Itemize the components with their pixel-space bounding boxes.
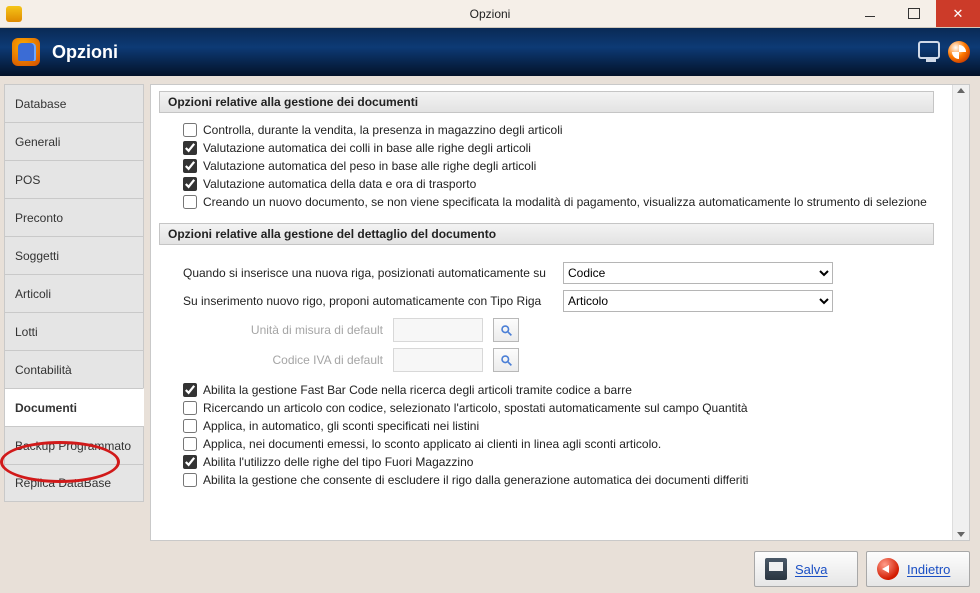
tab-label: Lotti (15, 325, 38, 339)
app-icon (12, 38, 40, 66)
row-label: Quando si inserisce una nuova riga, posi… (183, 266, 553, 280)
checkbox[interactable] (183, 383, 197, 397)
checkbox[interactable] (183, 473, 197, 487)
row-um-default: Unità di misura di default (159, 315, 934, 345)
tab-label: Preconto (15, 211, 63, 225)
tab-contabilita[interactable]: Contabilità (4, 350, 144, 388)
tab-label: Backup Programmato (15, 439, 131, 453)
row-tipo-riga: Su inserimento nuovo rigo, proponi autom… (159, 287, 934, 315)
row-posiziona-su: Quando si inserisce una nuova riga, posi… (159, 259, 934, 287)
select-tipo-riga[interactable]: Articolo (563, 290, 833, 312)
close-button[interactable]: ✕ (936, 0, 980, 27)
tab-label: POS (15, 173, 40, 187)
check-label: Valutazione automatica della data e ora … (203, 176, 476, 192)
tab-soggetti[interactable]: Soggetti (4, 236, 144, 274)
check-label: Creando un nuovo documento, se non viene… (203, 194, 927, 210)
check-fast-barcode: Abilita la gestione Fast Bar Code nella … (159, 381, 934, 399)
app-title: Opzioni (52, 42, 118, 63)
checkbox[interactable] (183, 455, 197, 469)
sidebar-tabs: Database Generali POS Preconto Soggetti … (4, 84, 144, 541)
tab-label: Database (15, 97, 66, 111)
check-sconti-listini: Applica, in automatico, gli sconti speci… (159, 417, 934, 435)
check-sconti-clienti: Applica, nei documenti emessi, lo sconto… (159, 435, 934, 453)
window-controls: ✕ (848, 0, 980, 27)
app-header: Opzioni (0, 28, 980, 76)
check-fuori-magazzino: Abilita l'utilizzo delle righe del tipo … (159, 453, 934, 471)
tab-label: Replica DataBase (15, 476, 111, 490)
um-input[interactable] (393, 318, 483, 342)
scroll-up-icon (957, 88, 965, 93)
iva-lookup-button[interactable] (493, 348, 519, 372)
maximize-button[interactable] (892, 0, 936, 27)
checkbox[interactable] (183, 419, 197, 433)
checkbox[interactable] (183, 141, 197, 155)
checkbox[interactable] (183, 437, 197, 451)
app-small-icon (6, 6, 22, 22)
search-icon (500, 354, 513, 367)
back-button[interactable]: Indietro (866, 551, 970, 587)
check-label: Valutazione automatica dei colli in base… (203, 140, 531, 156)
footer: Salva Indietro (0, 545, 980, 593)
scroll-down-icon (957, 532, 965, 537)
tab-preconto[interactable]: Preconto (4, 198, 144, 236)
back-label: Indietro (907, 562, 950, 577)
check-data-ora: Valutazione automatica della data e ora … (159, 175, 934, 193)
back-icon (877, 558, 899, 580)
tab-label: Articoli (15, 287, 51, 301)
save-label: Salva (795, 562, 828, 577)
check-label: Ricercando un articolo con codice, selez… (203, 400, 748, 416)
tab-label: Generali (15, 135, 60, 149)
tab-backup[interactable]: Backup Programmato (4, 426, 144, 464)
check-label: Abilita la gestione Fast Bar Code nella … (203, 382, 632, 398)
iva-input[interactable] (393, 348, 483, 372)
tab-replica[interactable]: Replica DataBase (4, 464, 144, 502)
save-button[interactable]: Salva (754, 551, 858, 587)
tab-label: Documenti (15, 401, 77, 415)
check-label: Applica, in automatico, gli sconti speci… (203, 418, 479, 434)
check-label: Abilita la gestione che consente di escl… (203, 472, 748, 488)
check-label: Applica, nei documenti emessi, lo sconto… (203, 436, 661, 452)
check-label: Valutazione automatica del peso in base … (203, 158, 536, 174)
checkbox[interactable] (183, 401, 197, 415)
scrollbar[interactable] (952, 85, 969, 540)
tab-lotti[interactable]: Lotti (4, 312, 144, 350)
select-posiziona[interactable]: Codice (563, 262, 833, 284)
row-label: Codice IVA di default (183, 353, 383, 367)
titlebar: Opzioni ✕ (0, 0, 980, 28)
tab-articoli[interactable]: Articoli (4, 274, 144, 312)
checkbox[interactable] (183, 195, 197, 209)
tab-database[interactable]: Database (4, 84, 144, 122)
check-escludere-rigo: Abilita la gestione che consente di escl… (159, 471, 934, 489)
um-lookup-button[interactable] (493, 318, 519, 342)
check-peso: Valutazione automatica del peso in base … (159, 157, 934, 175)
group1-header: Opzioni relative alla gestione dei docum… (159, 91, 934, 113)
minimize-button[interactable] (848, 0, 892, 27)
tab-label: Contabilità (15, 363, 72, 377)
row-label: Unità di misura di default (183, 323, 383, 337)
tab-label: Soggetti (15, 249, 59, 263)
group2-header: Opzioni relative alla gestione del detta… (159, 223, 934, 245)
checkbox[interactable] (183, 177, 197, 191)
tab-pos[interactable]: POS (4, 160, 144, 198)
check-magazzino: Controlla, durante la vendita, la presen… (159, 121, 934, 139)
help-icon[interactable] (948, 41, 970, 63)
window-title: Opzioni (0, 7, 980, 21)
search-icon (500, 324, 513, 337)
main-area: Database Generali POS Preconto Soggetti … (0, 76, 980, 545)
row-iva-default: Codice IVA di default (159, 345, 934, 375)
tab-generali[interactable]: Generali (4, 122, 144, 160)
row-label: Su inserimento nuovo rigo, proponi autom… (183, 294, 553, 308)
check-label: Abilita l'utilizzo delle righe del tipo … (203, 454, 473, 470)
check-label: Controlla, durante la vendita, la presen… (203, 122, 563, 138)
checkbox[interactable] (183, 159, 197, 173)
tab-documenti[interactable]: Documenti (4, 388, 144, 426)
monitor-icon[interactable] (918, 41, 940, 59)
check-pagamento: Creando un nuovo documento, se non viene… (159, 193, 934, 211)
check-colli: Valutazione automatica dei colli in base… (159, 139, 934, 157)
checkbox[interactable] (183, 123, 197, 137)
save-icon (765, 558, 787, 580)
check-ricerca-codice: Ricercando un articolo con codice, selez… (159, 399, 934, 417)
content-panel: Opzioni relative alla gestione dei docum… (150, 84, 970, 541)
